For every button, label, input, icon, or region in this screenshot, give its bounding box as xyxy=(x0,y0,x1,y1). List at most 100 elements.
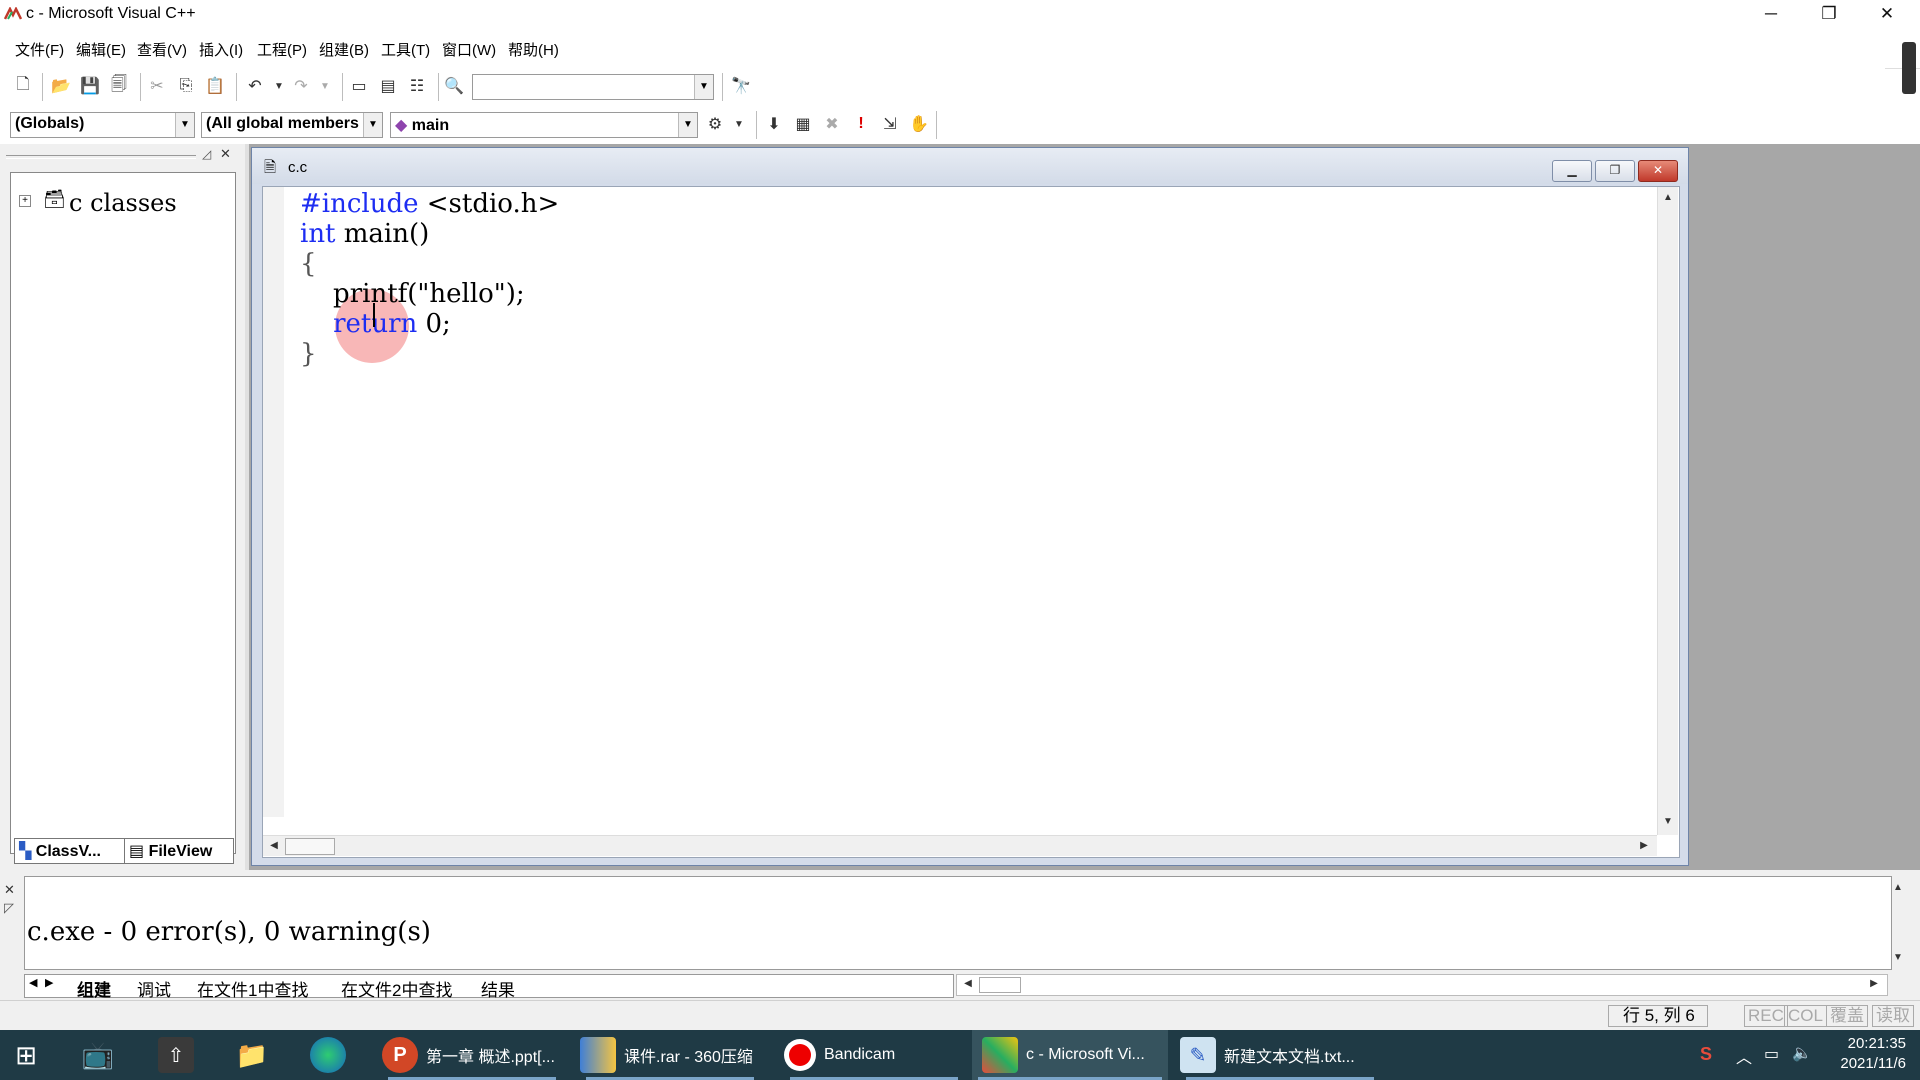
wizard-actions-icon[interactable]: ⚙ xyxy=(702,111,728,137)
execute-icon[interactable]: ! xyxy=(848,111,874,137)
output-vertical-scrollbar[interactable]: ▲ ▼ xyxy=(1889,879,1907,967)
menu-file[interactable]: 文件(F) xyxy=(15,39,64,60)
window-list-icon[interactable]: ☷ xyxy=(404,73,430,99)
redo-dropdown-icon[interactable]: ▼ xyxy=(312,73,338,99)
taskbar-app-edge[interactable] xyxy=(310,1030,346,1080)
redo-icon[interactable]: ↷ xyxy=(288,73,314,99)
restore-button[interactable]: ❐ xyxy=(1800,0,1858,30)
members-combo[interactable]: (All global members ▼ xyxy=(201,112,383,138)
class-view-tree[interactable]: + 🗃 c classes xyxy=(10,172,236,854)
volume-icon[interactable]: 🔈 xyxy=(1792,1043,1812,1063)
menu-edit[interactable]: 编辑(E) xyxy=(76,39,126,60)
doc-close-button[interactable]: ✕ xyxy=(1638,160,1678,182)
menu-help[interactable]: 帮助(H) xyxy=(508,39,559,60)
vertical-scrollbar[interactable]: ▲ ▼ xyxy=(1657,187,1678,835)
save-icon[interactable]: 💾 xyxy=(77,73,103,99)
undo-icon[interactable]: ↶ xyxy=(242,73,268,99)
panel-grip[interactable] xyxy=(6,155,196,159)
menu-tools[interactable]: 工具(T) xyxy=(381,39,430,60)
chevron-down-icon[interactable]: ▼ xyxy=(694,75,713,99)
output-horizontal-scrollbar[interactable]: ◀ ▶ xyxy=(956,974,1888,996)
minimize-button[interactable]: ─ xyxy=(1742,0,1800,30)
scroll-left-icon[interactable]: ◀ xyxy=(265,837,283,855)
scroll-right-icon[interactable]: ▶ xyxy=(1865,975,1883,993)
horizontal-scroll-thumb[interactable] xyxy=(285,838,335,855)
scroll-down-icon[interactable]: ▼ xyxy=(1659,813,1677,831)
code-editor[interactable]: #include <stdio.h> int main() { printf("… xyxy=(262,186,1680,858)
output-text-area[interactable]: c.exe - 0 error(s), 0 warning(s) ▲ ▼ xyxy=(24,876,1903,970)
tree-root-label[interactable]: c classes xyxy=(69,189,177,217)
taskbar-item-bandicam[interactable]: Bandicam xyxy=(784,1030,964,1080)
code-keyword: #include xyxy=(300,189,419,219)
expand-icon[interactable]: + xyxy=(19,195,31,207)
horizontal-scrollbar[interactable]: ◀ ▶ xyxy=(263,835,1657,856)
document-titlebar[interactable]: 🗎 c.c ▁ ❐ ✕ xyxy=(252,148,1688,184)
tab-find-in-files-1[interactable]: 在文件1中查找 xyxy=(197,976,308,1001)
find-in-files-icon[interactable]: 🔍 xyxy=(441,73,467,99)
taskbar-app-bilibili[interactable]: 📺 xyxy=(80,1030,116,1080)
horizontal-scroll-thumb[interactable] xyxy=(979,977,1021,993)
dock-icon[interactable]: ◿ xyxy=(202,147,211,161)
find-binoculars-icon[interactable]: 🔭 xyxy=(728,73,754,99)
window-title: c - Microsoft Visual C++ xyxy=(26,5,196,22)
go-icon[interactable]: ⇲ xyxy=(877,111,903,137)
cut-icon[interactable]: ✂ xyxy=(144,73,170,99)
scroll-left-icon[interactable]: ◀ xyxy=(959,975,977,993)
compile-icon[interactable]: ⬇ xyxy=(761,111,787,137)
selection-margin[interactable] xyxy=(263,187,284,817)
tray-expand-icon[interactable]: ︿ xyxy=(1736,1044,1752,1068)
taskbar-app-upload[interactable]: ⇧ xyxy=(158,1030,194,1080)
workspace-toggle-icon[interactable]: ▭ xyxy=(346,73,372,99)
taskbar-item-powerpoint[interactable]: P 第一章 概述.ppt[... xyxy=(382,1030,562,1080)
output-toggle-icon[interactable]: ▤ xyxy=(375,73,401,99)
scroll-down-icon[interactable]: ▼ xyxy=(1889,949,1907,967)
function-combo[interactable]: ◆ main ▼ xyxy=(390,112,698,138)
close-button[interactable]: ✕ xyxy=(1858,0,1916,30)
taskbar-item-360zip[interactable]: 课件.rar - 360压缩 xyxy=(580,1030,760,1080)
dock-icon[interactable]: ◸ xyxy=(4,900,14,916)
chevron-down-icon[interactable]: ▼ xyxy=(678,113,697,137)
menu-project[interactable]: 工程(P) xyxy=(257,39,307,60)
close-icon[interactable]: ✕ xyxy=(4,882,15,898)
build-icon[interactable]: ▦ xyxy=(790,111,816,137)
tab-classview[interactable]: ▚ ClassV... xyxy=(14,838,126,864)
menu-view[interactable]: 查看(V) xyxy=(137,39,187,60)
stop-build-icon[interactable]: ✖ xyxy=(819,111,845,137)
chevron-down-icon[interactable]: ▼ xyxy=(175,113,194,137)
tab-build[interactable]: 组建 xyxy=(77,976,111,1001)
tab-results[interactable]: 结果 xyxy=(481,976,515,1001)
taskbar-item-visual-cpp[interactable]: c - Microsoft Vi... xyxy=(972,1030,1168,1080)
menu-window[interactable]: 窗口(W) xyxy=(442,39,496,60)
code-text[interactable]: #include <stdio.h> int main() { printf("… xyxy=(300,189,559,369)
system-clock[interactable]: 20:21:35 2021/11/6 xyxy=(1840,1034,1906,1074)
scroll-up-icon[interactable]: ▲ xyxy=(1659,189,1677,207)
wizard-dropdown-icon[interactable]: ▼ xyxy=(726,111,752,137)
tab-fileview[interactable]: ▤ FileView xyxy=(124,838,234,864)
scope-combo[interactable]: (Globals) ▼ xyxy=(10,112,195,138)
tab-find-in-files-2[interactable]: 在文件2中查找 xyxy=(341,976,452,1001)
close-icon[interactable]: ✕ xyxy=(220,146,231,162)
tab-scroll-left-icon[interactable]: ◀ xyxy=(29,976,37,989)
toolbar-grip[interactable] xyxy=(1902,42,1916,94)
menu-insert[interactable]: 插入(I) xyxy=(199,39,243,60)
paste-icon[interactable]: 📋 xyxy=(202,73,228,99)
sogou-ime-icon[interactable]: S xyxy=(1700,1044,1712,1065)
battery-icon[interactable]: ▭ xyxy=(1764,1044,1779,1064)
taskbar-item-notepad[interactable]: ✎ 新建文本文档.txt... xyxy=(1180,1030,1380,1080)
chevron-down-icon[interactable]: ▼ xyxy=(363,113,382,137)
copy-icon[interactable]: ⎘ xyxy=(173,73,199,99)
scroll-right-icon[interactable]: ▶ xyxy=(1635,837,1653,855)
find-combo[interactable]: ▼ xyxy=(472,74,714,100)
menu-build[interactable]: 组建(B) xyxy=(319,39,369,60)
save-all-icon[interactable]: 🗐 xyxy=(106,73,132,99)
breakpoint-hand-icon[interactable]: ✋ xyxy=(906,111,932,137)
doc-restore-button[interactable]: ❐ xyxy=(1595,160,1635,182)
new-file-icon[interactable]: 🗋 xyxy=(10,73,36,99)
open-folder-icon[interactable]: 📂 xyxy=(48,73,74,99)
scroll-up-icon[interactable]: ▲ xyxy=(1889,879,1907,897)
tab-scroll-right-icon[interactable]: ▶ xyxy=(45,976,53,989)
taskbar-app-explorer[interactable]: 📁 xyxy=(234,1030,270,1080)
tab-debug[interactable]: 调试 xyxy=(137,976,171,1001)
start-button[interactable]: ⊞ xyxy=(8,1030,44,1080)
doc-minimize-button[interactable]: ▁ xyxy=(1552,160,1592,182)
